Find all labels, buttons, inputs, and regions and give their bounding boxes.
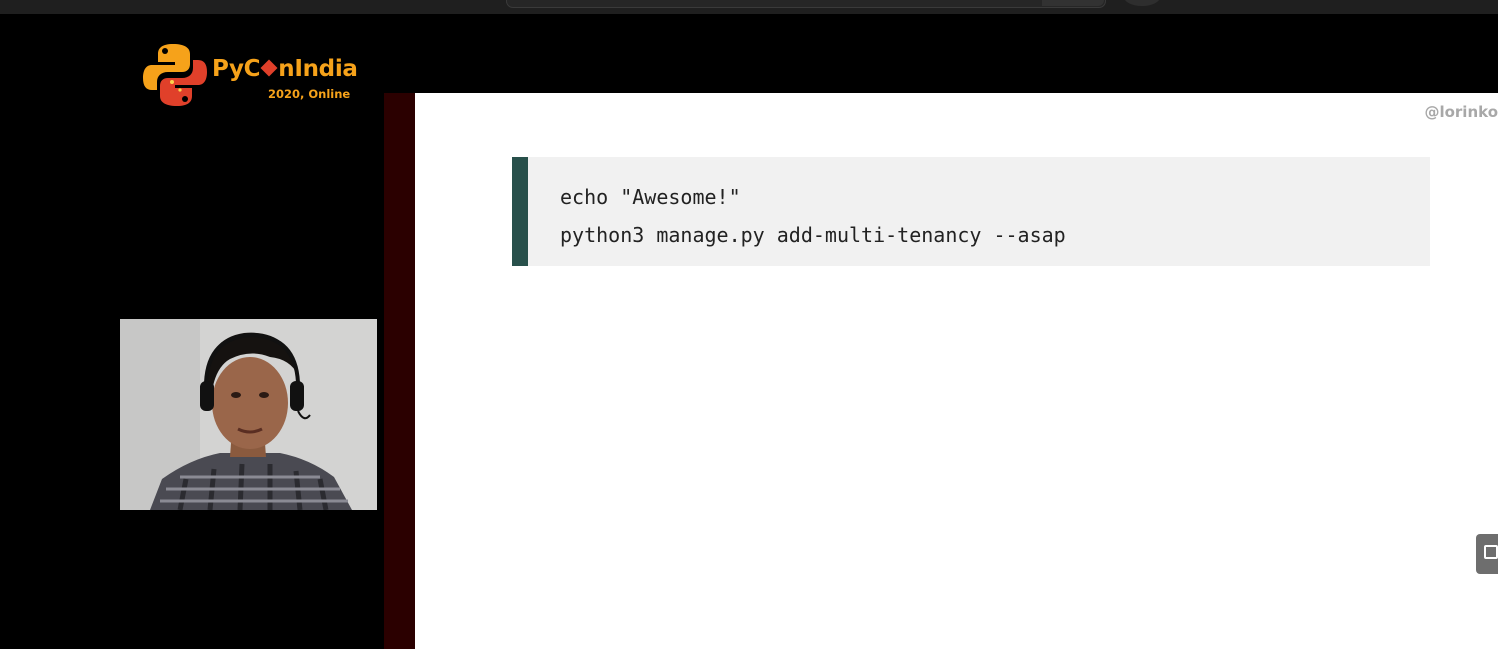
- logo-wordmark-part: n: [278, 56, 295, 82]
- logo-o-diamond-icon: [260, 59, 278, 77]
- profile-button[interactable]: [1124, 0, 1160, 6]
- browser-top-bar: [0, 0, 1498, 14]
- logo-wordmark: PyC nIndia: [212, 56, 358, 82]
- code-line: python3 manage.py add-multi-tenancy --as…: [560, 223, 1066, 247]
- address-bar[interactable]: [506, 0, 1106, 8]
- slide-left-border: [384, 93, 415, 649]
- logo-wordmark-part: India: [294, 56, 358, 82]
- video-stage: PyC nIndia 2020, Online @lorinko echo "A…: [0, 0, 1498, 649]
- speaker-handle: @lorinko: [1424, 103, 1498, 121]
- presenter-webcam: [120, 319, 377, 510]
- exit-fullscreen-button[interactable]: [1476, 534, 1498, 574]
- code-line: echo "Awesome!": [560, 185, 741, 209]
- faint-background-text: [535, 293, 567, 400]
- presentation-slide: @lorinko echo "Awesome!" python3 manage.…: [415, 93, 1498, 649]
- logo-subtitle: 2020, Online: [268, 87, 351, 101]
- address-bar-button[interactable]: [1042, 0, 1104, 6]
- python-logo-icon: [143, 44, 207, 106]
- presenter-video-icon: [120, 319, 377, 510]
- code-block: echo "Awesome!" python3 manage.py add-mu…: [512, 157, 1430, 266]
- logo-wordmark-part: PyC: [212, 56, 261, 82]
- pycon-india-logo: PyC nIndia 2020, Online: [142, 42, 362, 108]
- exit-fullscreen-icon: [1484, 545, 1498, 559]
